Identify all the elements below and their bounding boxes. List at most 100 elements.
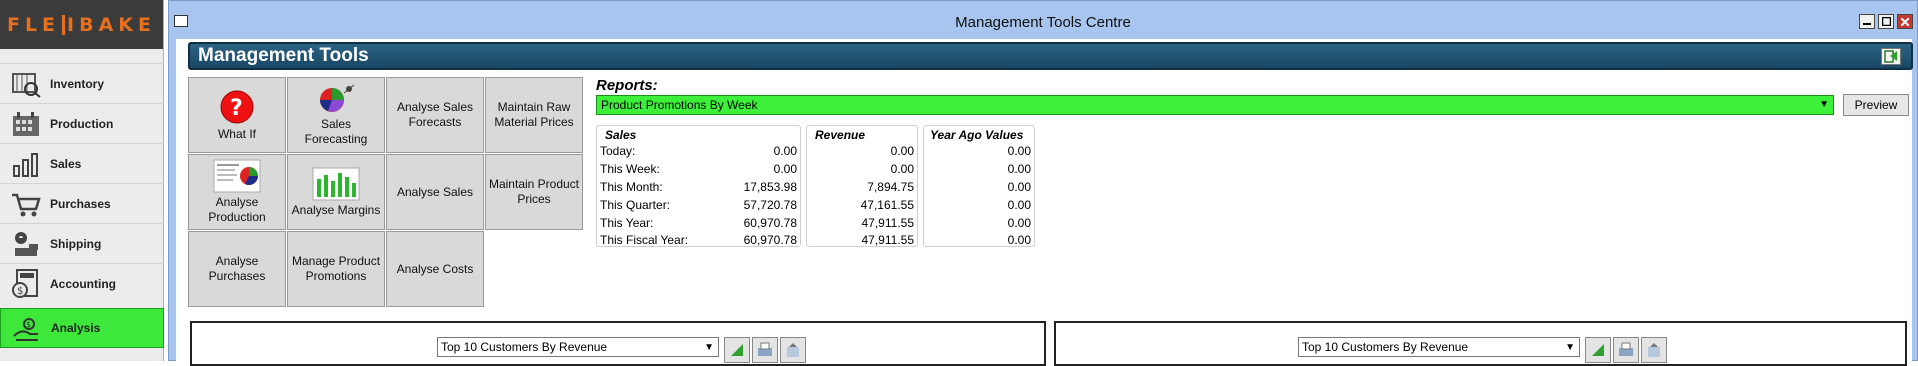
analyse-purchases-button[interactable]: Analyse Purchases <box>188 231 286 307</box>
tool-label: Sales Forecasting <box>304 117 368 146</box>
revenue-row: 0.00 <box>807 160 917 177</box>
sidebar-item-accounting[interactable]: $ Accounting <box>0 263 164 303</box>
maintain-product-prices-button[interactable]: Maintain Product Prices <box>485 154 583 230</box>
sidebar-item-label: Accounting <box>50 276 116 291</box>
row-value: 0.00 <box>773 161 797 176</box>
analyse-margins-button[interactable]: Analyse Margins <box>287 154 385 230</box>
panel-report-select[interactable]: Top 10 Customers By Revenue ▼ <box>437 337 719 357</box>
sidebar-item-inventory[interactable]: Inventory <box>0 63 164 103</box>
sidebar-item-production[interactable]: Production <box>0 103 164 143</box>
revenue-row: 47,161.55 <box>807 196 917 213</box>
year-ago-row: 0.00 <box>924 142 1034 159</box>
svg-text:$: $ <box>17 286 23 297</box>
sidebar-item-label: Production <box>50 116 114 131</box>
what-if-button[interactable]: ? What If <box>188 77 286 153</box>
export-icon[interactable] <box>1641 337 1667 363</box>
panel-report-select[interactable]: Top 10 Customers By Revenue ▼ <box>1298 337 1580 357</box>
chevron-down-icon: ▼ <box>1819 99 1829 110</box>
year-ago-row: 0.00 <box>924 160 1034 177</box>
analyse-sales-forecasts-button[interactable]: Analyse Sales Forecasts <box>386 77 484 153</box>
analysis-icon: $ <box>10 313 44 343</box>
panel-select-value: Top 10 Customers By Revenue <box>441 340 608 354</box>
sales-row: This Fiscal Year: 60,970.78 <box>597 231 800 248</box>
accounting-icon: $ <box>9 268 43 299</box>
exit-icon[interactable] <box>1881 48 1901 65</box>
sales-row: This Month: 17,853.98 <box>597 178 800 195</box>
row-value: 47,911.55 <box>861 215 915 230</box>
year-ago-summary-box: Year Ago Values 0.00 0.00 0.00 0.00 0.00… <box>923 125 1035 247</box>
row-value: 7,894.75 <box>867 179 914 194</box>
tool-label: Maintain Raw Material Prices <box>494 100 574 129</box>
revenue-summary-box: Revenue 0.00 0.00 7,894.75 47,161.55 47,… <box>806 125 918 247</box>
sales-row: Today: 0.00 <box>597 142 800 159</box>
tool-label: Analyse Purchases <box>208 254 266 283</box>
bar-chart-icon <box>312 167 360 201</box>
print-icon[interactable] <box>752 337 778 363</box>
print-icon[interactable] <box>1613 337 1639 363</box>
sales-box-title: Sales <box>605 128 637 142</box>
maximize-button[interactable] <box>1878 14 1894 29</box>
refresh-icon[interactable] <box>724 337 750 363</box>
tool-label: Analyse Margins <box>291 202 381 217</box>
maintain-raw-material-prices-button[interactable]: Maintain Raw Material Prices <box>485 77 583 153</box>
refresh-icon[interactable] <box>1585 337 1611 363</box>
chart-panel-left: Top 10 Customers By Revenue ▼ <box>190 321 1046 366</box>
sidebar-item-analysis[interactable]: $ Analysis <box>0 308 164 348</box>
row-label: This Month: <box>600 179 663 194</box>
revenue-row: 0.00 <box>807 142 917 159</box>
tool-label: Maintain Product Prices <box>488 177 580 206</box>
analyse-production-button[interactable]: Analyse Production <box>188 154 286 230</box>
year-ago-row: 0.00 <box>924 178 1034 195</box>
analyse-sales-button[interactable]: Analyse Sales <box>386 154 484 230</box>
row-value: 0.00 <box>1007 215 1031 230</box>
close-button[interactable] <box>1897 14 1913 29</box>
row-value: 60,970.78 <box>743 215 797 230</box>
sidebar-item-sales[interactable]: Sales <box>0 143 164 183</box>
export-icon[interactable] <box>780 337 806 363</box>
row-value: 57,720.78 <box>743 197 797 212</box>
row-label: This Quarter: <box>600 197 671 212</box>
sidebar-item-purchases[interactable]: Purchases <box>0 183 164 223</box>
question-icon: ? <box>219 89 255 125</box>
row-label: This Week: <box>600 161 660 176</box>
row-value: 47,911.55 <box>861 232 915 247</box>
inventory-icon <box>9 69 43 99</box>
minimize-button[interactable] <box>1859 14 1875 29</box>
pie-chart-icon <box>316 83 356 115</box>
year-ago-row: 0.00 <box>924 231 1034 248</box>
row-label: This Year: <box>600 215 654 230</box>
window-system-icon[interactable] <box>174 15 188 27</box>
window-titlebar[interactable]: Management Tools Centre <box>169 1 1917 41</box>
year-ago-row: 0.00 <box>924 196 1034 213</box>
report-select[interactable]: Product Promotions By Week ▼ <box>596 95 1834 115</box>
sales-row: This Year: 60,970.78 <box>597 214 800 231</box>
chart-panel-right: Top 10 Customers By Revenue ▼ <box>1054 321 1907 366</box>
row-value: 60,970.78 <box>743 232 797 247</box>
row-value: 0.00 <box>1007 232 1031 247</box>
row-value: 0.00 <box>890 161 914 176</box>
row-label: Today: <box>600 143 636 158</box>
revenue-row: 47,911.55 <box>807 214 917 231</box>
sales-forecasting-button[interactable]: Sales Forecasting <box>287 77 385 153</box>
row-value: 0.00 <box>1007 161 1031 176</box>
tools-grid: ? What If Sales Forecasting Analyse Sale… <box>188 77 586 309</box>
tool-label: Manage Product Promotions <box>291 254 381 283</box>
page-header: Management Tools <box>188 42 1913 70</box>
revenue-box-title: Revenue <box>815 128 866 142</box>
sales-icon <box>9 149 43 179</box>
row-value: 0.00 <box>1007 197 1031 212</box>
year-ago-box-title: Year Ago Values <box>930 128 1024 142</box>
analyse-costs-button[interactable]: Analyse Costs <box>386 231 484 307</box>
flexibake-logo: FLE IBAKE <box>0 0 163 49</box>
chevron-down-icon: ▼ <box>1565 342 1575 353</box>
tool-label: Analyse Costs <box>396 261 474 276</box>
manage-product-promotions-button[interactable]: Manage Product Promotions <box>287 231 385 307</box>
report-select-value: Product Promotions By Week <box>601 98 758 112</box>
purchases-icon <box>9 189 43 219</box>
window-title: Management Tools Centre <box>955 13 1131 31</box>
row-value: 0.00 <box>1007 143 1031 158</box>
preview-button[interactable]: Preview <box>1843 94 1909 116</box>
sales-summary-box: Sales Today: 0.00 This Week: 0.00 This M… <box>596 125 801 247</box>
page-title: Management Tools <box>198 45 369 66</box>
sidebar-item-shipping[interactable]: Shipping <box>0 223 164 263</box>
